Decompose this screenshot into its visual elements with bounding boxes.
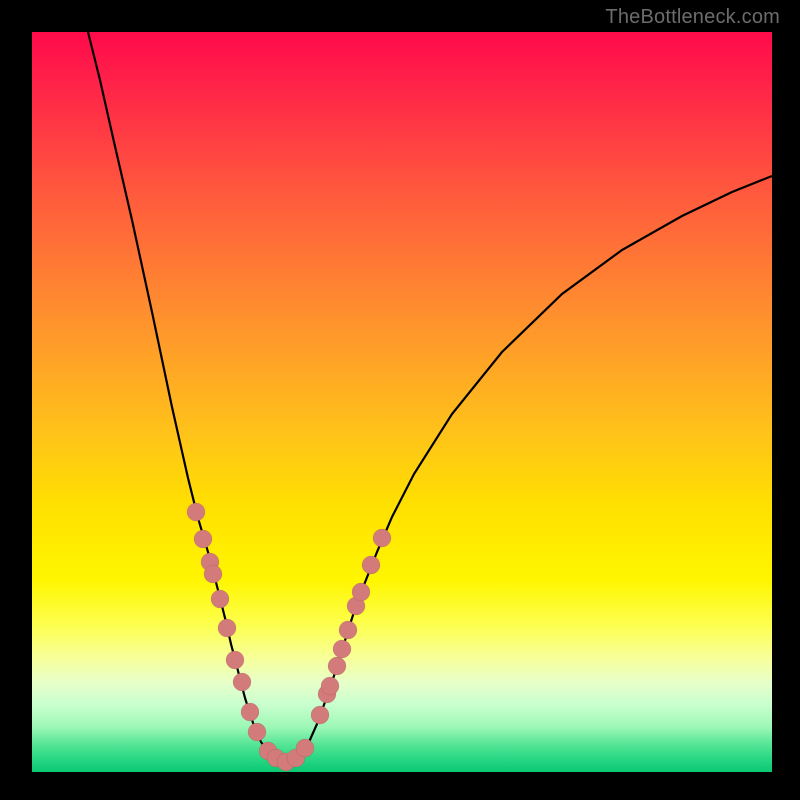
data-marker: [194, 530, 212, 548]
data-marker: [333, 640, 351, 658]
plot-area: [32, 32, 772, 772]
data-marker: [321, 677, 339, 695]
data-marker: [296, 739, 314, 757]
data-marker: [311, 706, 329, 724]
data-marker: [204, 565, 222, 583]
data-marker: [373, 529, 391, 547]
data-marker: [218, 619, 236, 637]
data-marker: [328, 657, 346, 675]
data-marker: [233, 673, 251, 691]
watermark-text: TheBottleneck.com: [605, 6, 780, 29]
data-marker: [248, 723, 266, 741]
data-marker: [187, 503, 205, 521]
data-marker: [211, 590, 229, 608]
curve-svg: [32, 32, 772, 772]
data-marker: [339, 621, 357, 639]
data-marker: [352, 583, 370, 601]
data-markers: [187, 503, 391, 771]
data-marker: [362, 556, 380, 574]
chart-container: TheBottleneck.com: [0, 0, 800, 800]
data-marker: [226, 651, 244, 669]
curve-right: [286, 176, 772, 764]
data-marker: [241, 703, 259, 721]
curve-left: [88, 32, 286, 764]
